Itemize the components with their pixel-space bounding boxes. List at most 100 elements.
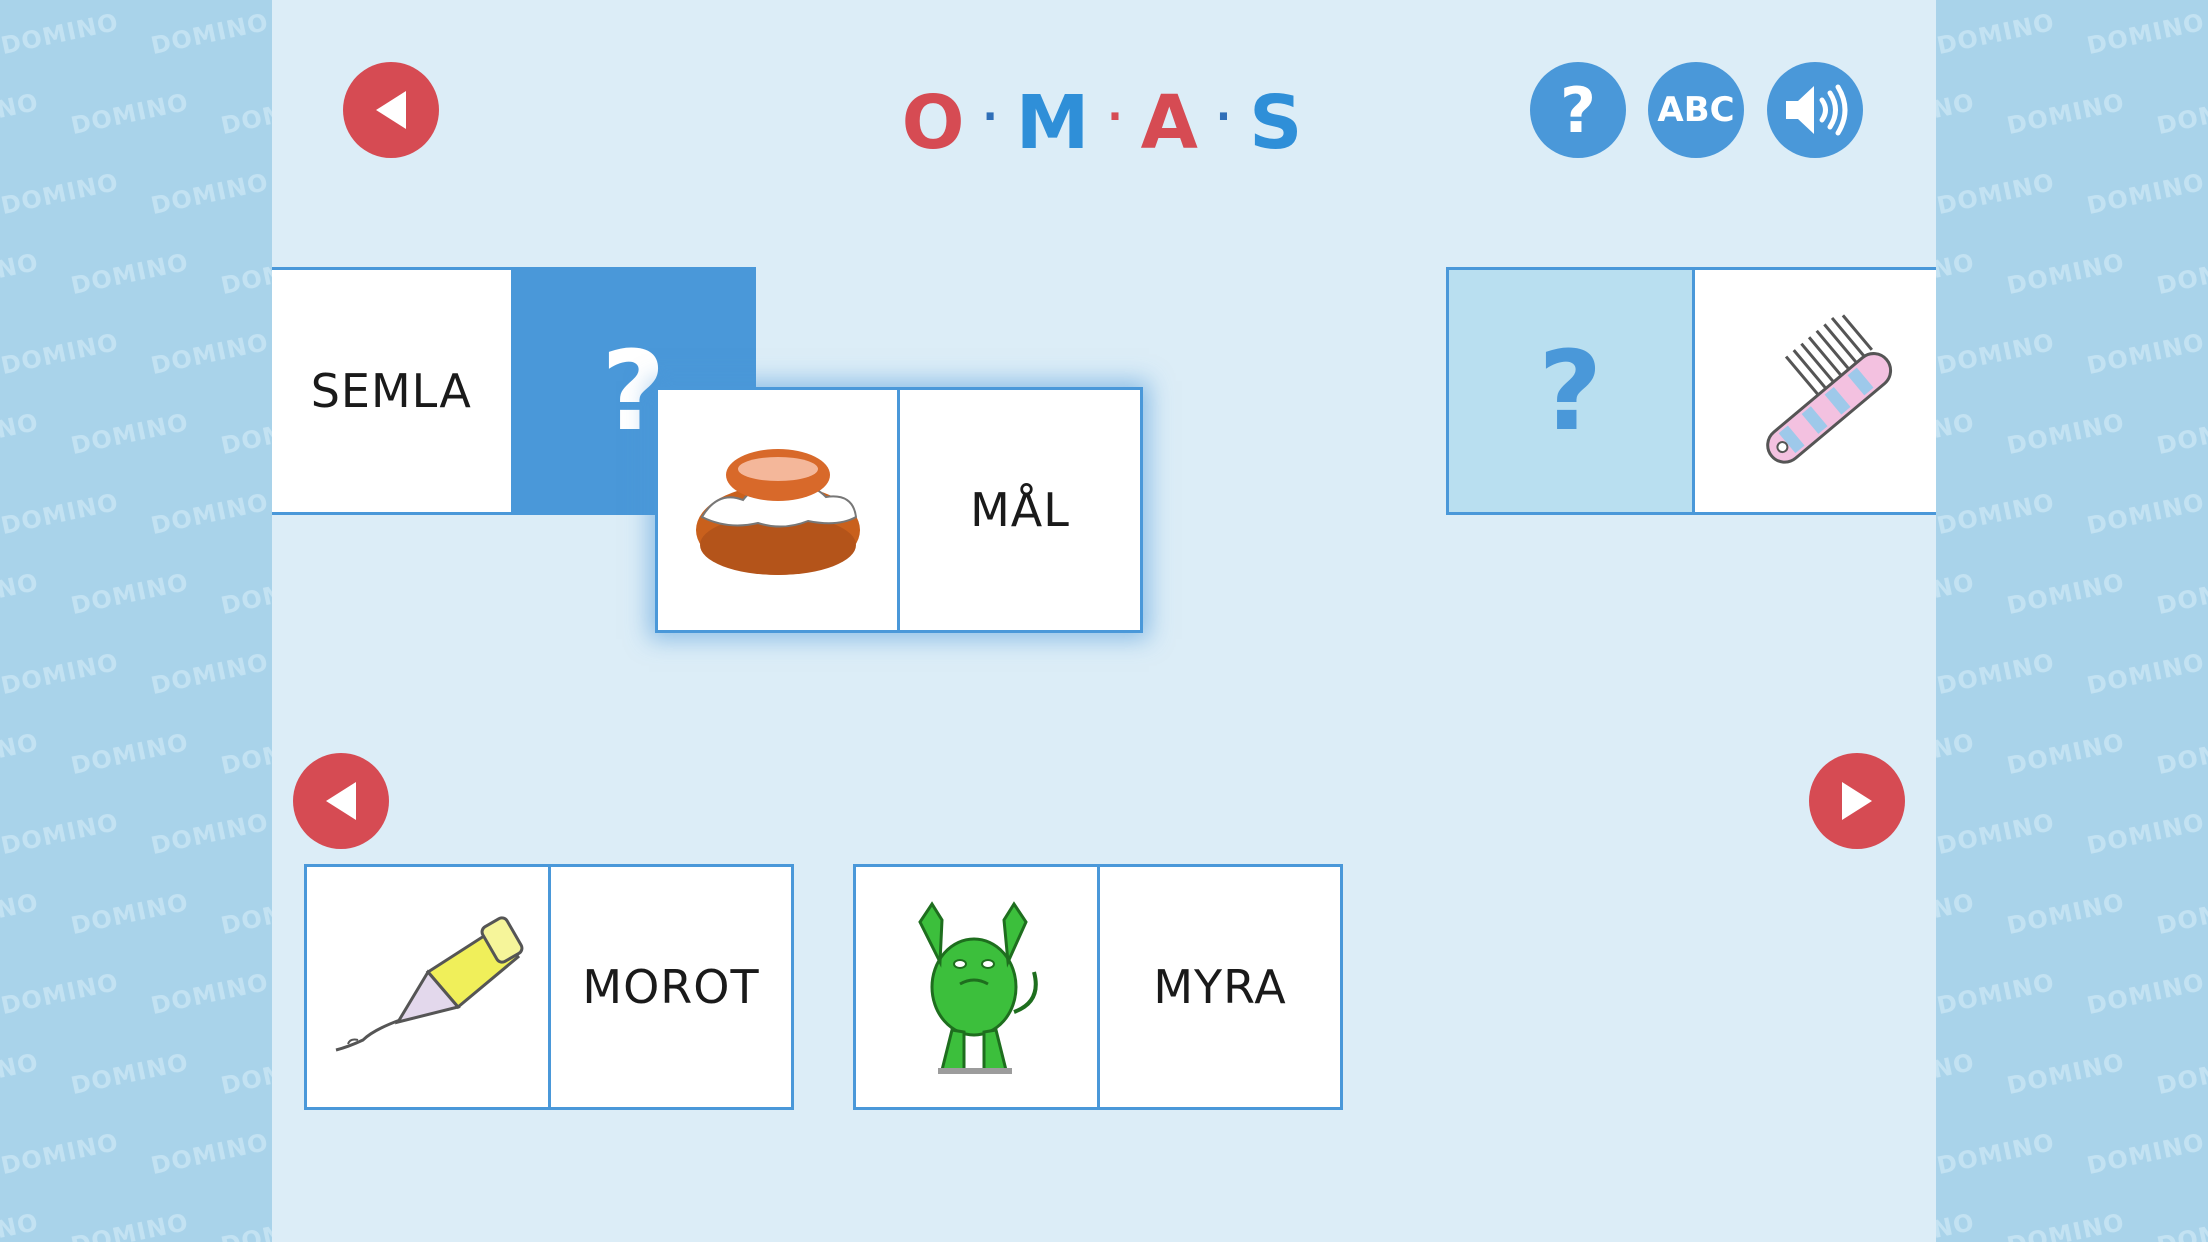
watermark-text: DOMINO	[1936, 247, 1978, 301]
watermark-text: DOMINO	[2084, 167, 2208, 221]
title-letter-s: S	[1249, 80, 1307, 166]
arrow-right-icon	[1842, 782, 1872, 820]
watermark-text: DOMINO	[1936, 407, 1978, 461]
speaker-icon	[1786, 84, 1848, 136]
watermark-text: DOMINO	[148, 7, 272, 61]
watermark-text: DOMINO	[1936, 647, 2058, 701]
watermark-text: DOMINO	[218, 727, 272, 781]
hand-next-button[interactable]	[1809, 753, 1905, 849]
watermark-text: DOMINO	[218, 407, 272, 461]
title-dot: ·	[1215, 94, 1236, 141]
tile-image-half	[658, 390, 897, 630]
watermark-text: DOMINO	[2084, 1127, 2208, 1181]
game-title: O · M · A · S	[0, 80, 2208, 166]
comb-icon	[1766, 314, 1893, 464]
watermark-text: DOMINO	[0, 167, 122, 221]
watermark-text: DOMINO	[1936, 1047, 1978, 1101]
watermark-text: DOMINO	[0, 1127, 122, 1181]
watermark-text: DOMINO	[0, 7, 122, 61]
watermark-text: DOMINO	[0, 1047, 42, 1101]
open-slot-right[interactable]: ?	[1449, 270, 1692, 512]
help-button[interactable]: ?	[1530, 62, 1626, 158]
watermark-text: DOMINO	[1936, 887, 1978, 941]
watermark-text: DOMINO	[1936, 567, 1978, 621]
watermark-text: DOMINO	[2154, 1047, 2208, 1101]
watermark-text: DOMINO	[148, 167, 272, 221]
tile-image-half	[1691, 270, 1937, 512]
watermark-text: DOMINO	[2154, 247, 2208, 301]
watermark-text: DOMINO	[68, 727, 192, 781]
tile-word-half: MÅL	[897, 390, 1140, 630]
dragging-tile[interactable]: MÅL	[655, 387, 1143, 633]
arrow-left-icon	[326, 782, 356, 820]
watermark-text: DOMINO	[0, 1207, 42, 1242]
glue-tube-icon	[335, 916, 523, 1052]
abc-label: ABC	[1657, 90, 1735, 130]
hand-prev-button[interactable]	[293, 753, 389, 849]
board-tile-right: ?	[1446, 267, 1936, 515]
abc-button[interactable]: ABC	[1648, 62, 1744, 158]
watermark-text: DOMINO	[1936, 487, 2058, 541]
watermark-text: DOMINO	[0, 407, 42, 461]
watermark-text: DOMINO	[218, 247, 272, 301]
watermark-text: DOMINO	[2004, 1047, 2128, 1101]
watermark-text: DOMINO	[2004, 567, 2128, 621]
watermark-text: DOMINO	[218, 1207, 272, 1242]
watermark-text: DOMINO	[1936, 807, 2058, 861]
watermark-text: DOMINO	[2004, 1207, 2128, 1242]
watermark-text: DOMINO	[68, 407, 192, 461]
watermark-text: DOMINO	[148, 1127, 272, 1181]
watermark-text: DOMINO	[2154, 407, 2208, 461]
watermark-text: DOMINO	[0, 807, 122, 861]
watermark-text: DOMINO	[1936, 327, 2058, 381]
watermark-text: DOMINO	[1936, 1207, 1978, 1242]
watermark-text: DOMINO	[0, 247, 42, 301]
watermark-text: DOMINO	[0, 327, 122, 381]
watermark-text: DOMINO	[2084, 487, 2208, 541]
watermark-text: DOMINO	[2084, 327, 2208, 381]
watermark-text: DOMINO	[2154, 727, 2208, 781]
watermark-text: DOMINO	[148, 647, 272, 701]
watermark-text: DOMINO	[2154, 1207, 2208, 1242]
watermark-text: DOMINO	[218, 567, 272, 621]
watermark-text: DOMINO	[148, 487, 272, 541]
watermark-text: DOMINO	[0, 727, 42, 781]
tile-word: MOROT	[582, 960, 760, 1014]
watermark-text: DOMINO	[2084, 967, 2208, 1021]
green-monster-icon	[917, 901, 1038, 1074]
hand-tile[interactable]: MOROT	[304, 864, 794, 1110]
title-dot: ·	[982, 94, 1002, 141]
title-letter-a: A	[1140, 80, 1202, 166]
left-side-panel: DOMINO DOMINO DOMINO DOMINO DOMINO DOMINO DOMI…	[0, 0, 272, 1242]
watermark-text: DOMINO	[1936, 167, 2058, 221]
right-side-panel: DOMINO DOMINO DOMINO DOMINO DOMINO DOMINO DOMI…	[1936, 0, 2208, 1242]
sound-button[interactable]	[1767, 62, 1863, 158]
tile-image-half	[856, 867, 1097, 1107]
watermark-text: DOMINO	[68, 887, 192, 941]
watermark-text: DOMINO	[1936, 727, 1978, 781]
watermark-text: DOMINO	[2004, 727, 2128, 781]
watermark-text: DOMINO	[2084, 7, 2208, 61]
watermark-text: DOMINO	[1936, 967, 2058, 1021]
tile-word: SEMLA	[310, 364, 472, 418]
hand-tile[interactable]: MYRA	[853, 864, 1343, 1110]
watermark-text: DOMINO	[1936, 1127, 2058, 1181]
tile-word-half: MOROT	[548, 867, 791, 1107]
watermark-text: DOMINO	[0, 967, 122, 1021]
watermark-text: DOMINO	[1936, 7, 2058, 61]
watermark-text: DOMINO	[68, 567, 192, 621]
watermark-text: DOMINO	[0, 567, 42, 621]
watermark-text: DOMINO	[0, 487, 122, 541]
title-letter-m: M	[1015, 80, 1094, 166]
semla-bun-icon	[695, 449, 860, 575]
watermark-text: DOMINO	[2004, 407, 2128, 461]
watermark-text: DOMINO	[68, 247, 192, 301]
watermark-text: DOMINO	[218, 887, 272, 941]
watermark-text: DOMINO	[2004, 887, 2128, 941]
tile-word-half: MYRA	[1097, 867, 1340, 1107]
watermark-text: DOMINO	[2154, 567, 2208, 621]
watermark-text: DOMINO	[2084, 647, 2208, 701]
help-label: ?	[1560, 73, 1596, 147]
watermark-text: DOMINO	[0, 647, 122, 701]
watermark-text: DOMINO	[218, 1047, 272, 1101]
